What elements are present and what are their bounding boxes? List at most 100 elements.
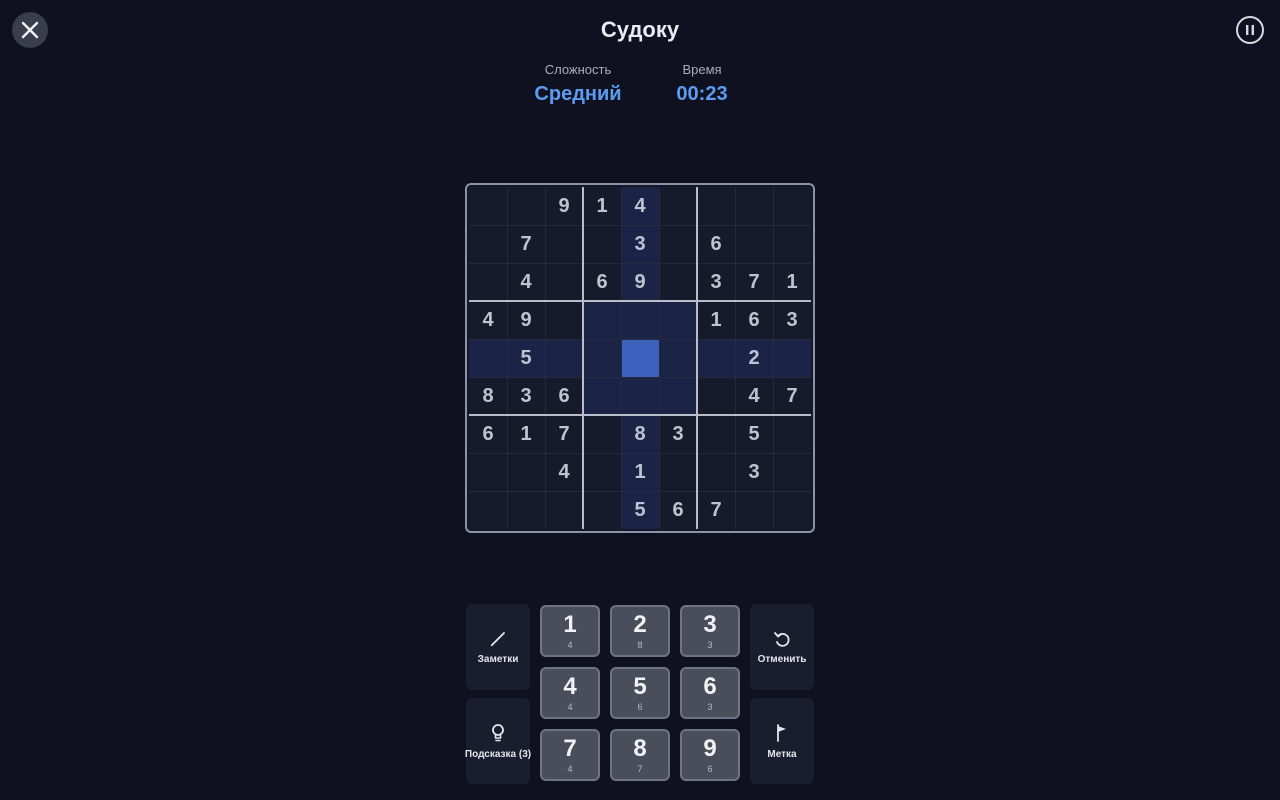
hint-button[interactable]: Подсказка (3) bbox=[465, 698, 531, 784]
sudoku-cell-r1c4[interactable]: 1 bbox=[583, 187, 621, 225]
sudoku-cell-r5c4[interactable] bbox=[583, 339, 621, 377]
sudoku-cell-r1c2[interactable] bbox=[507, 187, 545, 225]
sudoku-cell-r6c9[interactable]: 7 bbox=[773, 377, 811, 415]
sudoku-cell-r1c1[interactable] bbox=[469, 187, 507, 225]
numpad-button-5[interactable]: 56 bbox=[610, 667, 670, 719]
sudoku-cell-r6c2[interactable]: 3 bbox=[507, 377, 545, 415]
sudoku-cell-r2c6[interactable] bbox=[659, 225, 697, 263]
sudoku-cell-r5c6[interactable] bbox=[659, 339, 697, 377]
sudoku-cell-r4c2[interactable]: 9 bbox=[507, 301, 545, 339]
sudoku-cell-r7c9[interactable] bbox=[773, 415, 811, 453]
numpad-button-2[interactable]: 28 bbox=[610, 605, 670, 657]
sudoku-cell-r2c1[interactable] bbox=[469, 225, 507, 263]
sudoku-cell-r7c5[interactable]: 8 bbox=[621, 415, 659, 453]
sudoku-cell-r8c6[interactable] bbox=[659, 453, 697, 491]
sudoku-cell-r8c4[interactable] bbox=[583, 453, 621, 491]
notes-button[interactable]: Заметки bbox=[466, 604, 530, 690]
sudoku-cell-r4c1[interactable]: 4 bbox=[469, 301, 507, 339]
flag-button[interactable]: Метка bbox=[750, 698, 814, 784]
sudoku-cell-r2c7[interactable]: 6 bbox=[697, 225, 735, 263]
sudoku-cell-r3c6[interactable] bbox=[659, 263, 697, 301]
sudoku-cell-r6c6[interactable] bbox=[659, 377, 697, 415]
sudoku-cell-r7c3[interactable]: 7 bbox=[545, 415, 583, 453]
sudoku-cell-r7c8[interactable]: 5 bbox=[735, 415, 773, 453]
time-value: 00:23 bbox=[676, 83, 728, 105]
sudoku-cell-r9c2[interactable] bbox=[507, 491, 545, 529]
sudoku-cell-r4c6[interactable] bbox=[659, 301, 697, 339]
sudoku-cell-r9c3[interactable] bbox=[545, 491, 583, 529]
sudoku-cell-r3c3[interactable] bbox=[545, 263, 583, 301]
sudoku-cell-r5c5[interactable] bbox=[621, 339, 659, 377]
sudoku-cell-r9c7[interactable]: 7 bbox=[697, 491, 735, 529]
sudoku-cell-r8c3[interactable]: 4 bbox=[545, 453, 583, 491]
sudoku-cell-r1c6[interactable] bbox=[659, 187, 697, 225]
flag-icon bbox=[777, 723, 786, 742]
sudoku-cell-r2c9[interactable] bbox=[773, 225, 811, 263]
sudoku-cell-r3c4[interactable]: 6 bbox=[583, 263, 621, 301]
sudoku-cell-r7c7[interactable] bbox=[697, 415, 735, 453]
sudoku-cell-r8c8[interactable]: 3 bbox=[735, 453, 773, 491]
numpad-button-7[interactable]: 74 bbox=[540, 729, 600, 781]
sudoku-cell-r1c3[interactable]: 9 bbox=[545, 187, 583, 225]
sudoku-cell-r5c9[interactable] bbox=[773, 339, 811, 377]
sudoku-cell-r3c8[interactable]: 7 bbox=[735, 263, 773, 301]
numpad-button-6[interactable]: 63 bbox=[680, 667, 740, 719]
sudoku-cell-r1c8[interactable] bbox=[735, 187, 773, 225]
sudoku-cell-r9c5[interactable]: 5 bbox=[621, 491, 659, 529]
sudoku-cell-r9c9[interactable] bbox=[773, 491, 811, 529]
sudoku-cell-r2c3[interactable] bbox=[545, 225, 583, 263]
sudoku-cell-r7c6[interactable]: 3 bbox=[659, 415, 697, 453]
sudoku-cell-r5c1[interactable] bbox=[469, 339, 507, 377]
numpad-button-1[interactable]: 14 bbox=[540, 605, 600, 657]
sudoku-cell-r6c7[interactable] bbox=[697, 377, 735, 415]
sudoku-cell-r4c4[interactable] bbox=[583, 301, 621, 339]
sudoku-cell-r4c8[interactable]: 6 bbox=[735, 301, 773, 339]
sudoku-cell-r6c3[interactable]: 6 bbox=[545, 377, 583, 415]
sudoku-cell-r4c5[interactable] bbox=[621, 301, 659, 339]
sudoku-cell-r8c2[interactable] bbox=[507, 453, 545, 491]
sudoku-cell-r3c5[interactable]: 9 bbox=[621, 263, 659, 301]
grid-line bbox=[469, 225, 811, 226]
sudoku-cell-r9c6[interactable]: 6 bbox=[659, 491, 697, 529]
numpad-button-8[interactable]: 87 bbox=[610, 729, 670, 781]
sudoku-cell-r9c1[interactable] bbox=[469, 491, 507, 529]
sudoku-cell-r2c5[interactable]: 3 bbox=[621, 225, 659, 263]
numpad-count: 4 bbox=[567, 764, 573, 774]
sudoku-cell-r8c7[interactable] bbox=[697, 453, 735, 491]
sudoku-cell-r4c3[interactable] bbox=[545, 301, 583, 339]
numpad-button-3[interactable]: 33 bbox=[680, 605, 740, 657]
sudoku-cell-r1c9[interactable] bbox=[773, 187, 811, 225]
sudoku-cell-r4c9[interactable]: 3 bbox=[773, 301, 811, 339]
sudoku-cell-r4c7[interactable]: 1 bbox=[697, 301, 735, 339]
sudoku-cell-r9c8[interactable] bbox=[735, 491, 773, 529]
sudoku-cell-r7c2[interactable]: 1 bbox=[507, 415, 545, 453]
sudoku-cell-r3c7[interactable]: 3 bbox=[697, 263, 735, 301]
sudoku-cell-r8c5[interactable]: 1 bbox=[621, 453, 659, 491]
sudoku-cell-r5c2[interactable]: 5 bbox=[507, 339, 545, 377]
lightbulb-icon bbox=[492, 723, 504, 741]
sudoku-cell-r5c8[interactable]: 2 bbox=[735, 339, 773, 377]
sudoku-cell-r7c1[interactable]: 6 bbox=[469, 415, 507, 453]
sudoku-cell-r1c7[interactable] bbox=[697, 187, 735, 225]
sudoku-cell-r9c4[interactable] bbox=[583, 491, 621, 529]
pause-button[interactable] bbox=[1236, 16, 1264, 44]
sudoku-cell-r6c5[interactable] bbox=[621, 377, 659, 415]
sudoku-cell-r8c9[interactable] bbox=[773, 453, 811, 491]
sudoku-cell-r6c4[interactable] bbox=[583, 377, 621, 415]
numpad-button-9[interactable]: 96 bbox=[680, 729, 740, 781]
sudoku-cell-r3c2[interactable]: 4 bbox=[507, 263, 545, 301]
sudoku-cell-r3c9[interactable]: 1 bbox=[773, 263, 811, 301]
sudoku-cell-r6c8[interactable]: 4 bbox=[735, 377, 773, 415]
sudoku-cell-r7c4[interactable] bbox=[583, 415, 621, 453]
sudoku-cell-r6c1[interactable]: 8 bbox=[469, 377, 507, 415]
undo-button[interactable]: Отменить bbox=[750, 604, 814, 690]
numpad-button-4[interactable]: 44 bbox=[540, 667, 600, 719]
sudoku-cell-r3c1[interactable] bbox=[469, 263, 507, 301]
sudoku-cell-r1c5[interactable]: 4 bbox=[621, 187, 659, 225]
sudoku-cell-r2c4[interactable] bbox=[583, 225, 621, 263]
sudoku-cell-r2c2[interactable]: 7 bbox=[507, 225, 545, 263]
sudoku-cell-r8c1[interactable] bbox=[469, 453, 507, 491]
sudoku-cell-r5c7[interactable] bbox=[697, 339, 735, 377]
sudoku-cell-r2c8[interactable] bbox=[735, 225, 773, 263]
sudoku-cell-r5c3[interactable] bbox=[545, 339, 583, 377]
